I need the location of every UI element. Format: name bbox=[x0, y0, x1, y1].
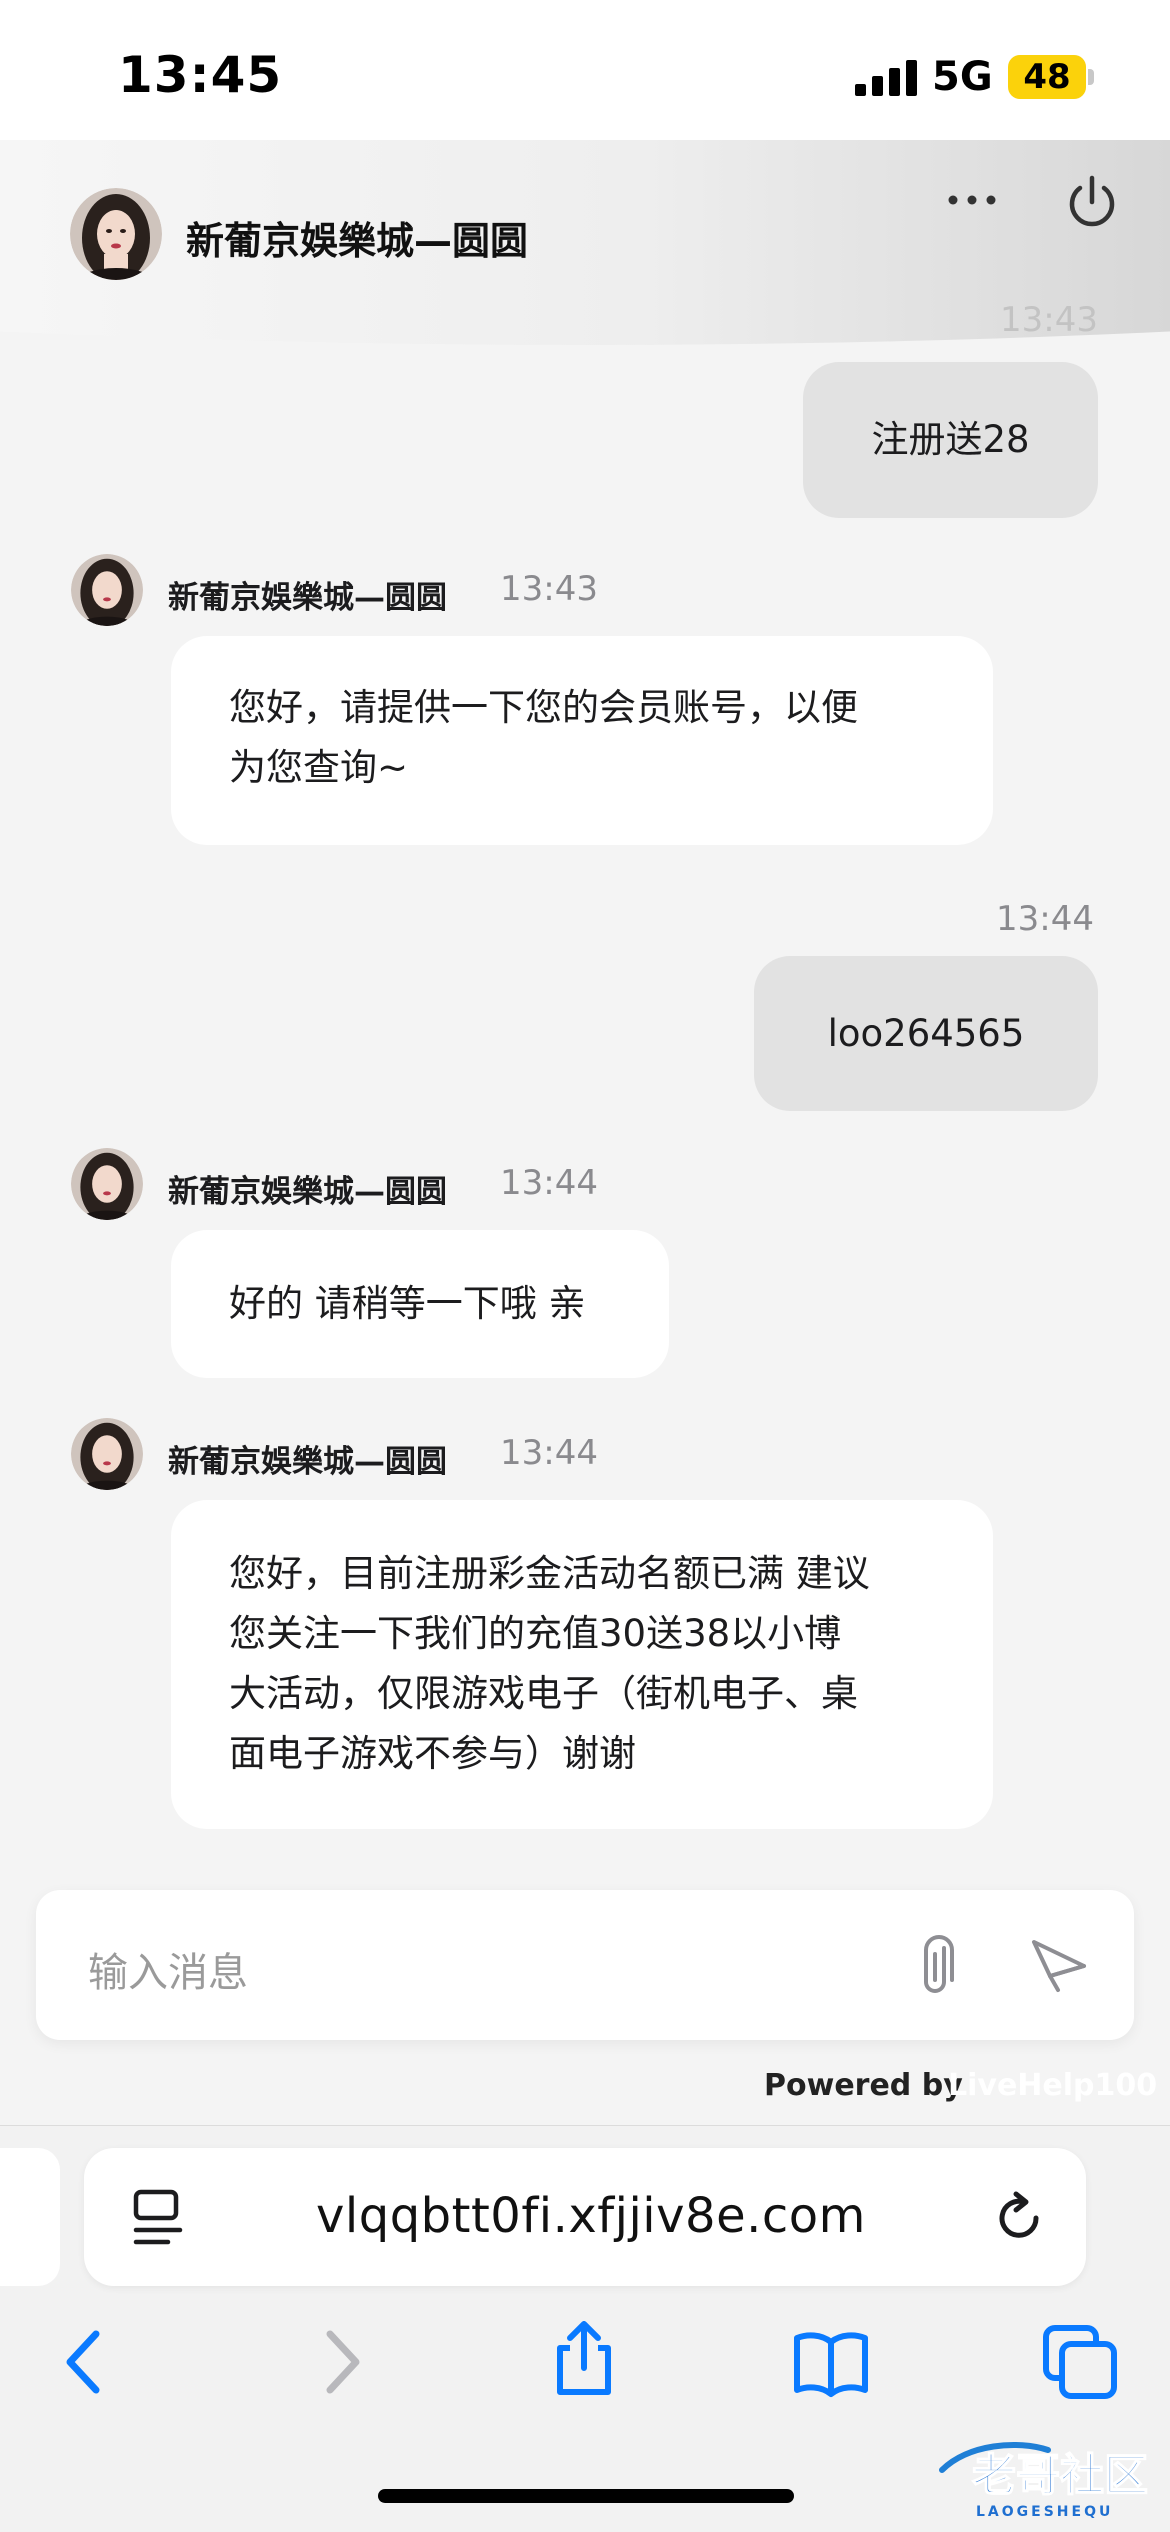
paperclip-icon[interactable] bbox=[912, 1934, 962, 2000]
message-time: 13:44 bbox=[500, 1433, 598, 1473]
send-icon[interactable] bbox=[1028, 1934, 1090, 1996]
message-input[interactable]: 输入消息 bbox=[88, 1940, 248, 1998]
agent-message-bubble: 您好，目前注册彩金活动名额已满 建议 您关注一下我们的充值30送38以小博 大活… bbox=[171, 1500, 993, 1829]
agent-avatar bbox=[71, 1418, 143, 1490]
agent-avatar[interactable] bbox=[70, 188, 162, 280]
power-icon[interactable] bbox=[1062, 172, 1122, 232]
battery-tip bbox=[1088, 69, 1094, 85]
agent-message-bubble: 好的 请稍等一下哦 亲 bbox=[171, 1230, 669, 1378]
agent-message-bubble: 您好，请提供一下您的会员账号，以便 为您查询~ bbox=[171, 636, 993, 845]
sender-name: 新葡京娛樂城—圆圆 bbox=[168, 1444, 447, 1480]
ellipsis-icon bbox=[948, 195, 996, 205]
message-line: 为您查询~ bbox=[229, 746, 409, 789]
share-icon[interactable] bbox=[544, 2318, 624, 2398]
svg-text:LAOGESHEQU: LAOGESHEQU bbox=[976, 2504, 1113, 2520]
url-text[interactable]: vlqqbtt0fi.xfjjiv8e.com bbox=[316, 2188, 866, 2244]
back-icon[interactable] bbox=[46, 2322, 126, 2402]
watermark-logo: 老哥社区 LAOGESHEQU bbox=[939, 2442, 1149, 2520]
status-time: 13:45 bbox=[118, 46, 283, 104]
chat-title: 新葡京娛樂城—圆圆 bbox=[186, 219, 529, 263]
svg-text:老哥社区: 老哥社区 bbox=[972, 2450, 1148, 2501]
message-line: 面电子游戏不参与）谢谢 bbox=[229, 1732, 636, 1775]
message-time: 13:44 bbox=[996, 899, 1094, 939]
message-line: 大活动，仅限游戏电子（街机电子、桌 bbox=[229, 1672, 858, 1715]
forward-icon[interactable] bbox=[300, 2322, 380, 2402]
network-type: 5G bbox=[932, 54, 993, 100]
more-options-button[interactable] bbox=[942, 170, 1002, 230]
message-line: 您好，目前注册彩金活动名额已满 建议 bbox=[229, 1552, 870, 1595]
agent-avatar bbox=[71, 1148, 143, 1220]
battery-level: 48 bbox=[1008, 55, 1086, 99]
home-indicator bbox=[378, 2489, 794, 2503]
agent-avatar bbox=[71, 554, 143, 626]
reader-mode-icon[interactable] bbox=[132, 2188, 188, 2248]
message-line: 好的 请稍等一下哦 亲 bbox=[229, 1282, 586, 1325]
message-time: 13:43 bbox=[1000, 300, 1098, 340]
sender-name: 新葡京娛樂城—圆圆 bbox=[168, 1174, 447, 1210]
cellular-signal-icon bbox=[855, 60, 917, 96]
reload-icon[interactable] bbox=[988, 2186, 1052, 2250]
user-message-bubble: 注册送28 bbox=[803, 362, 1098, 518]
message-time: 13:44 bbox=[500, 1163, 598, 1203]
user-message-bubble: loo264565 bbox=[754, 956, 1098, 1111]
message-time: 13:43 bbox=[500, 569, 598, 609]
message-line: 您好，请提供一下您的会员账号，以便 bbox=[229, 686, 858, 729]
tabs-icon[interactable] bbox=[1040, 2322, 1120, 2402]
sender-name: 新葡京娛樂城—圆圆 bbox=[168, 580, 447, 616]
bookmarks-icon[interactable] bbox=[791, 2322, 871, 2402]
powered-by-label: Powered by bbox=[764, 2068, 963, 2103]
powered-by-link[interactable]: LiveHelp100 bbox=[948, 2068, 1157, 2103]
message-line: 您关注一下我们的充值30送38以小博 bbox=[229, 1612, 842, 1655]
previous-tab-preview[interactable] bbox=[0, 2148, 60, 2286]
